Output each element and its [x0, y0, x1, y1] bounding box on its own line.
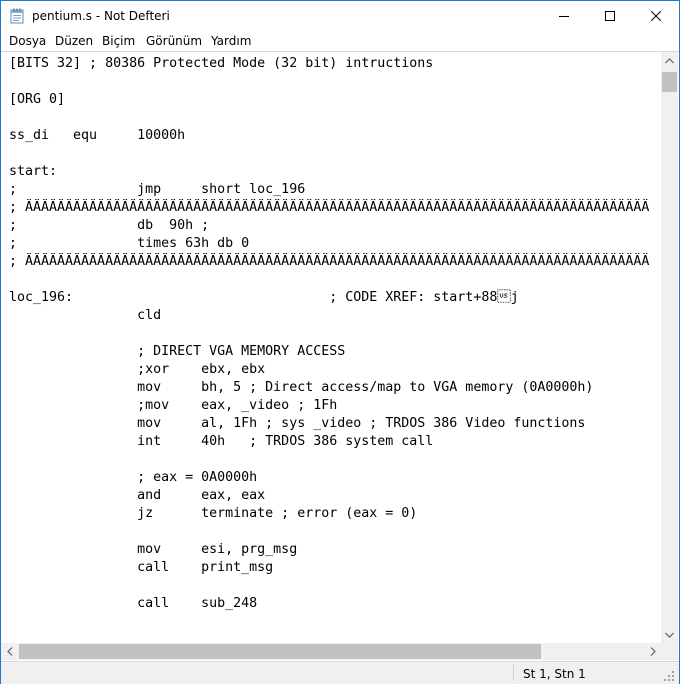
title-bar[interactable]: pentium.s - Not Defteri [1, 1, 679, 31]
text-line [9, 109, 659, 127]
status-divider [513, 665, 514, 681]
close-button[interactable] [633, 1, 679, 31]
text-line: ; eax = 0A0000h [9, 470, 258, 485]
text-line: ; DIRECT VGA MEMORY ACCESS [9, 344, 346, 359]
scroll-right-icon [650, 647, 656, 656]
text-line: ; db 90h ; [9, 218, 210, 233]
text-line: ss_di equ 10000h [9, 128, 186, 143]
text-line [9, 271, 659, 289]
horizontal-scroll-thumb[interactable] [19, 644, 541, 659]
text-line: ; times 63h db 0 [9, 236, 250, 251]
menu-file[interactable]: Dosya [9, 34, 46, 48]
menu-help[interactable]: Yardım [211, 34, 251, 48]
minimize-button[interactable] [541, 1, 587, 31]
text-line: ;mov eax, _video ; 1Fh [9, 398, 338, 413]
editor-area: [BITS 32] ; 80386 Protected Mode (32 bit… [1, 51, 679, 661]
minimize-icon [559, 16, 569, 17]
text-line: int 40h ; TRDOS 386 system call [9, 434, 434, 449]
text-line: ; ÄÄÄÄÄÄÄÄÄÄÄÄÄÄÄÄÄÄÄÄÄÄÄÄÄÄÄÄÄÄÄÄÄÄÄÄÄÄ… [9, 254, 650, 269]
scroll-left-button[interactable] [1, 643, 18, 660]
text-line: call sub_248 [9, 596, 258, 611]
maximize-icon [605, 11, 615, 21]
scrollbar-corner [661, 643, 678, 660]
notepad-window: pentium.s - Not Defteri Dosya Düzen Biçi… [0, 0, 680, 684]
close-icon [651, 11, 661, 21]
scroll-down-icon [665, 632, 674, 638]
window-title: pentium.s - Not Defteri [32, 9, 170, 23]
status-bar: St 1, Stn 1 [1, 661, 679, 684]
text-line [9, 73, 659, 91]
vertical-scrollbar[interactable] [661, 52, 678, 643]
text-line: loc_196: ; CODE XREF: start+88 j [9, 290, 519, 305]
scroll-up-icon [665, 57, 674, 63]
text-line: ;xor ebx, ebx [9, 362, 266, 377]
text-line: ; ÄÄÄÄÄÄÄÄÄÄÄÄÄÄÄÄÄÄÄÄÄÄÄÄÄÄÄÄÄÄÄÄÄÄÄÄÄÄ… [9, 200, 650, 215]
text-line [9, 145, 659, 163]
notepad-icon [10, 8, 24, 24]
text-line [9, 613, 659, 631]
menu-view[interactable]: Görünüm [146, 34, 202, 48]
text-line [9, 577, 659, 595]
scroll-down-button[interactable] [661, 626, 678, 643]
resize-grip-icon[interactable] [661, 668, 675, 682]
scroll-up-button[interactable] [661, 52, 678, 69]
text-line: mov al, 1Fh ; sys _video ; TRDOS 386 Vid… [9, 416, 586, 431]
text-line [9, 523, 659, 541]
text-line: mov bh, 5 ; Direct access/map to VGA mem… [9, 380, 594, 395]
menu-edit[interactable]: Düzen [55, 34, 93, 48]
menu-format[interactable]: Biçim [102, 34, 135, 48]
text-line: [BITS 32] ; 80386 Protected Mode (32 bit… [9, 56, 434, 71]
vertical-scroll-thumb[interactable] [662, 72, 677, 92]
text-line: cld [9, 308, 162, 323]
text-line: call print_msg [9, 560, 274, 575]
text-line [9, 451, 659, 469]
scroll-left-icon [6, 647, 12, 656]
maximize-button[interactable] [587, 1, 633, 31]
text-line: jz terminate ; error (eax = 0) [9, 506, 418, 521]
cursor-position: St 1, Stn 1 [523, 667, 586, 681]
text-editor[interactable]: [BITS 32] ; 80386 Protected Mode (32 bit… [9, 55, 659, 641]
scroll-right-button[interactable] [644, 643, 661, 660]
horizontal-scrollbar[interactable] [1, 643, 661, 660]
menu-bar: Dosya Düzen Biçim Görünüm Yardım [1, 31, 679, 51]
text-line: and eax, eax [9, 488, 266, 503]
text-line [9, 325, 659, 343]
text-line: ; jmp short loc_196 [9, 182, 306, 197]
text-line: [ORG 0] [9, 92, 66, 107]
text-line: start: [9, 164, 58, 179]
text-line: mov esi, prg_msg [9, 542, 298, 557]
